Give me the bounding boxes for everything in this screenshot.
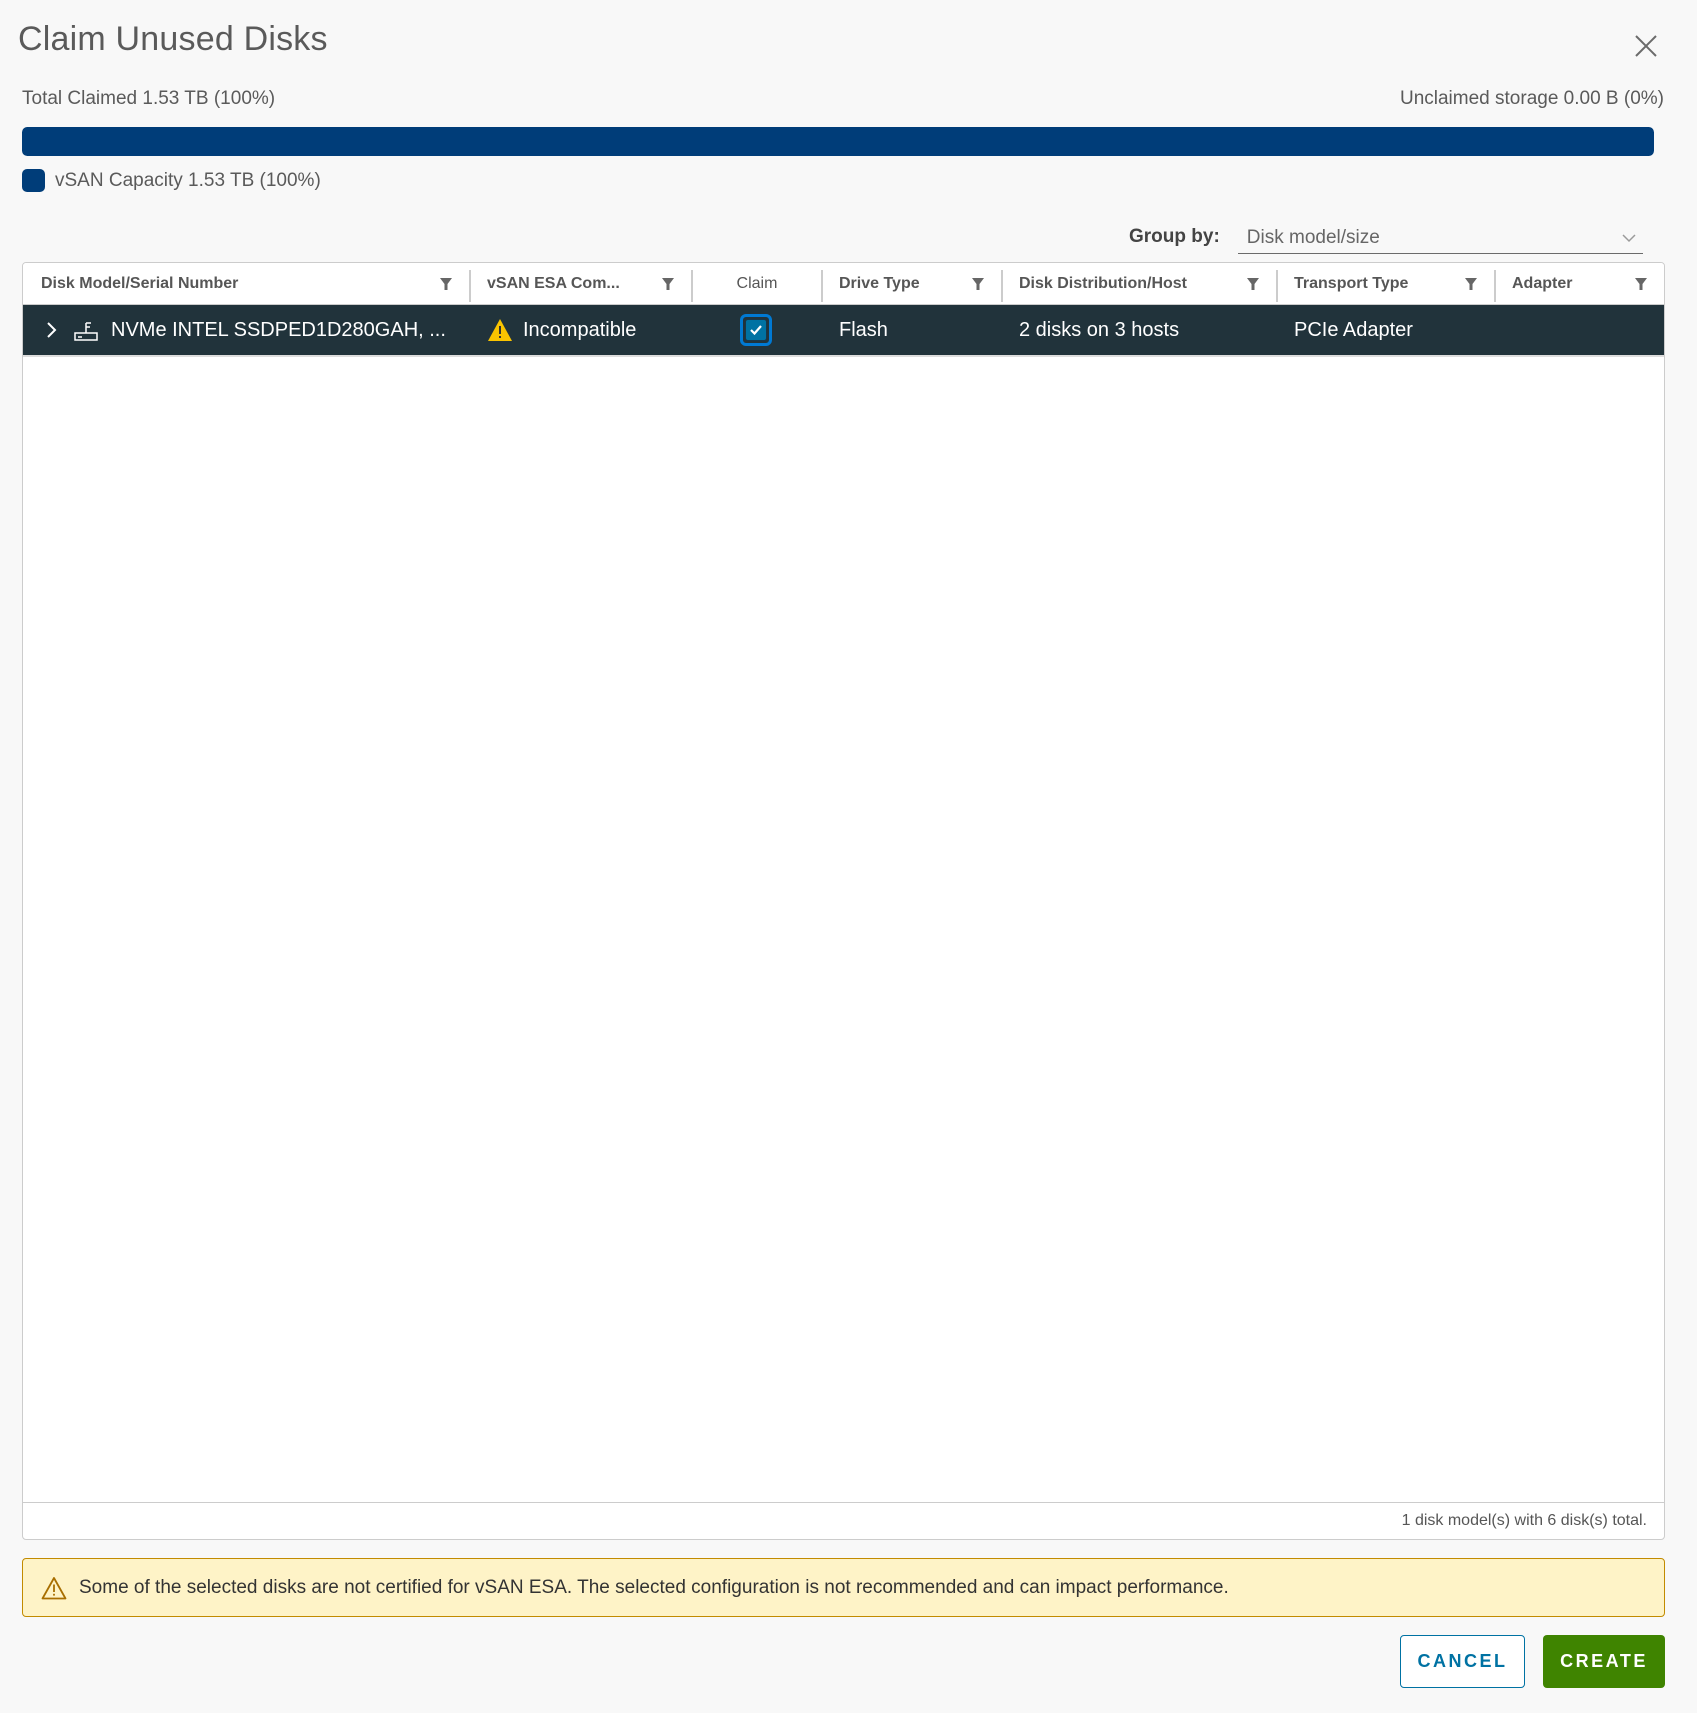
disk-grid: Disk Model/Serial Number vSAN ESA Com...… bbox=[22, 262, 1665, 1540]
group-by-control: Group by: Disk model/size bbox=[1129, 222, 1643, 254]
cell-transport-type: PCIe Adapter bbox=[1294, 318, 1413, 341]
filter-icon[interactable] bbox=[971, 277, 985, 291]
grid-footer-summary: 1 disk model(s) with 6 disk(s) total. bbox=[1401, 1512, 1647, 1529]
table-row[interactable]: NVMe INTEL SSDPED1D280GAH, ... Incompati… bbox=[23, 305, 1664, 357]
dialog-title: Claim Unused Disks bbox=[18, 20, 328, 58]
grid-header: Disk Model/Serial Number vSAN ESA Com...… bbox=[23, 263, 1664, 305]
legend-swatch-vsan-capacity bbox=[22, 169, 45, 192]
close-icon bbox=[1635, 35, 1657, 57]
chevron-down-icon bbox=[1622, 233, 1636, 242]
column-header-adapter[interactable]: Adapter bbox=[1494, 263, 1664, 304]
unclaimed-storage-label: Unclaimed storage 0.00 B (0%) bbox=[1399, 88, 1664, 109]
cell-claim bbox=[691, 305, 821, 355]
warning-icon bbox=[41, 1576, 67, 1599]
create-button[interactable]: CREATE bbox=[1543, 1635, 1665, 1688]
grid-footer: 1 disk model(s) with 6 disk(s) total. bbox=[23, 1502, 1664, 1539]
alert-message: Some of the selected disks are not certi… bbox=[79, 1576, 1229, 1598]
cell-compatibility: Incompatible bbox=[469, 305, 691, 355]
column-header-vsan-esa-compatibility[interactable]: vSAN ESA Com... bbox=[469, 263, 691, 304]
filter-icon[interactable] bbox=[439, 277, 453, 291]
column-label: Disk Distribution/Host bbox=[1019, 274, 1188, 292]
cell-drive-type: Flash bbox=[839, 318, 888, 341]
capacity-legend: vSAN Capacity 1.53 TB (100%) bbox=[22, 169, 321, 192]
disk-model-text: NVMe INTEL SSDPED1D280GAH, ... bbox=[111, 318, 446, 341]
flash-disk-icon bbox=[74, 322, 98, 341]
column-label: Drive Type bbox=[839, 274, 920, 292]
column-label: Disk Model/Serial Number bbox=[41, 274, 239, 292]
filter-icon[interactable] bbox=[1464, 277, 1478, 291]
claim-checkbox[interactable] bbox=[740, 314, 772, 346]
column-label: Adapter bbox=[1512, 274, 1573, 292]
column-label: Claim bbox=[736, 274, 778, 292]
cell-disk-model: NVMe INTEL SSDPED1D280GAH, ... bbox=[23, 305, 469, 355]
capacity-bar bbox=[22, 127, 1654, 156]
filter-icon[interactable] bbox=[1634, 277, 1648, 291]
warning-alert: Some of the selected disks are not certi… bbox=[22, 1558, 1665, 1617]
column-header-drive-type[interactable]: Drive Type bbox=[821, 263, 1001, 304]
group-by-value: Disk model/size bbox=[1246, 226, 1380, 248]
total-claimed-label: Total Claimed 1.53 TB (100%) bbox=[22, 88, 276, 109]
compatibility-text: Incompatible bbox=[523, 318, 637, 341]
column-header-transport-type[interactable]: Transport Type bbox=[1276, 263, 1494, 304]
column-label: vSAN ESA Com... bbox=[487, 274, 620, 292]
checkmark-icon bbox=[750, 325, 762, 336]
column-header-disk-distribution[interactable]: Disk Distribution/Host bbox=[1001, 263, 1276, 304]
cell-adapter bbox=[1494, 305, 1664, 355]
capacity-bar-fill bbox=[22, 127, 1654, 156]
filter-icon[interactable] bbox=[1246, 277, 1260, 291]
chevron-right-icon[interactable] bbox=[41, 320, 61, 340]
group-by-select[interactable]: Disk model/size bbox=[1237, 222, 1643, 254]
cancel-button[interactable]: CANCEL bbox=[1400, 1635, 1525, 1688]
group-by-label: Group by: bbox=[1129, 226, 1220, 247]
legend-label-vsan-capacity: vSAN Capacity 1.53 TB (100%) bbox=[55, 169, 321, 191]
cell-distribution: 2 disks on 3 hosts bbox=[1019, 318, 1180, 341]
column-header-claim[interactable]: Claim bbox=[691, 263, 821, 304]
warning-icon bbox=[488, 319, 512, 341]
column-label: Transport Type bbox=[1294, 274, 1409, 292]
close-button[interactable] bbox=[1632, 32, 1660, 60]
filter-icon[interactable] bbox=[661, 277, 675, 291]
column-header-disk-model[interactable]: Disk Model/Serial Number bbox=[23, 263, 469, 304]
